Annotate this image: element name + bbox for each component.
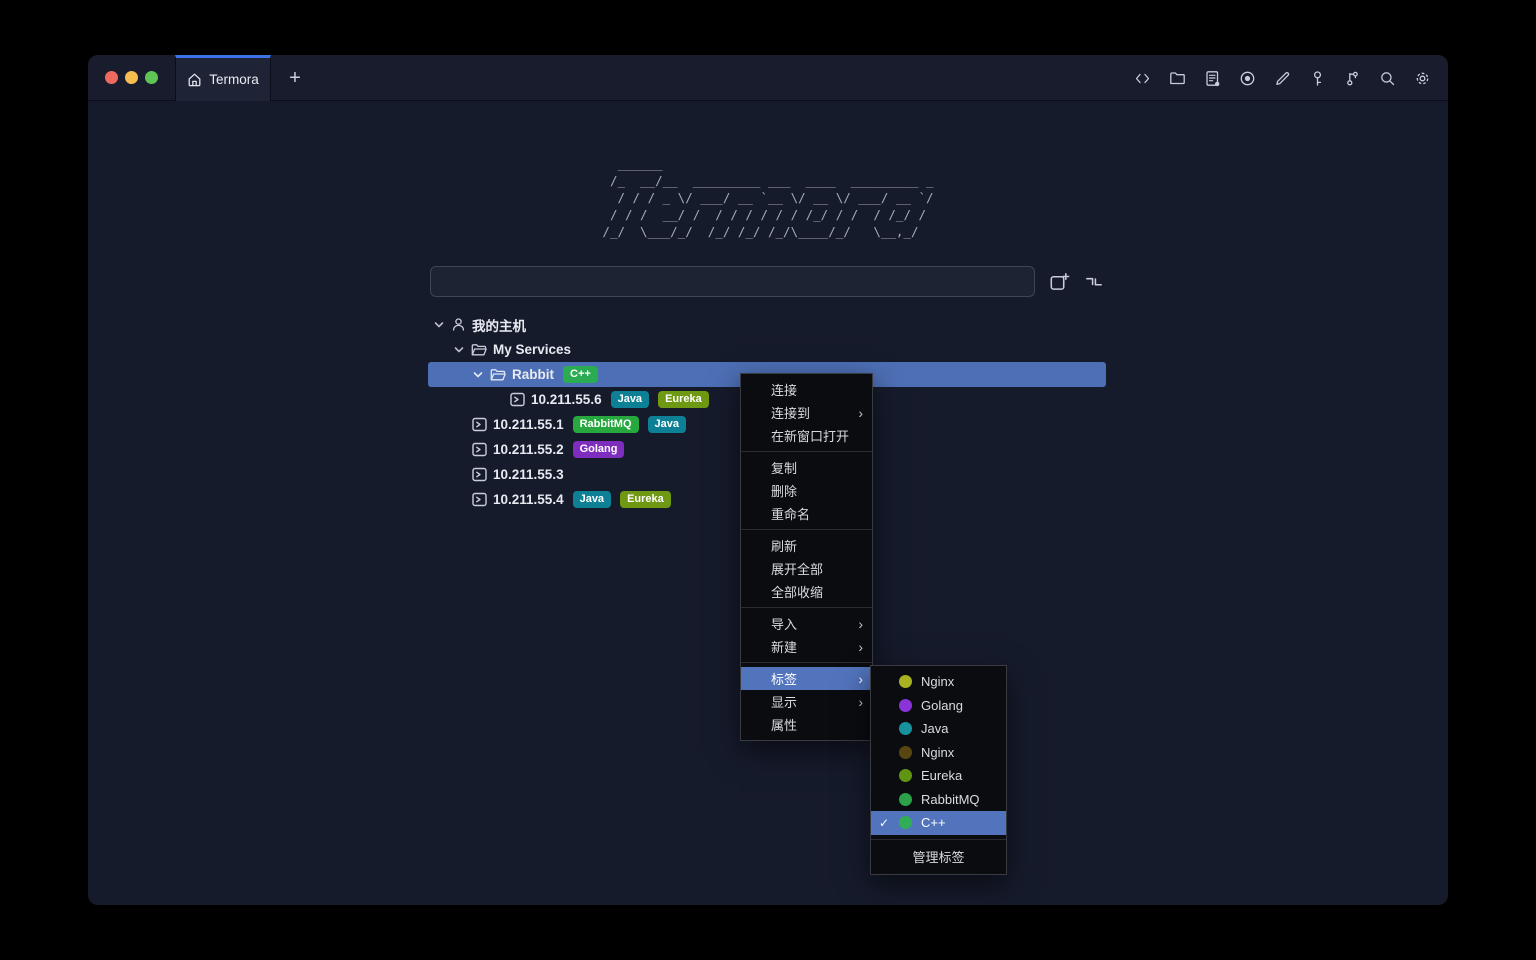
- tag-badge: Java: [573, 491, 611, 508]
- folder-icon[interactable]: [1165, 66, 1189, 90]
- folder-open-icon: [471, 343, 487, 357]
- menu-item-connect-to[interactable]: 连接到›: [741, 401, 872, 424]
- ascii-logo-text: ______ /_ __/__ _________ ___ ____ _____…: [602, 155, 933, 240]
- menu-separator: [871, 839, 1006, 840]
- menu-item-expand-all[interactable]: 展开全部: [741, 557, 872, 580]
- menu-item-new[interactable]: 新建›: [741, 635, 872, 658]
- toolbar: [1130, 55, 1434, 101]
- gear-icon[interactable]: [1410, 66, 1434, 90]
- menu-item-rename[interactable]: 重命名: [741, 502, 872, 525]
- host-search-input[interactable]: [430, 266, 1035, 297]
- tag-color-dot: [899, 746, 912, 759]
- tag-color-dot: [899, 675, 912, 688]
- folder-open-icon: [490, 368, 506, 382]
- tag-color-dot: [899, 699, 912, 712]
- tree-item-label: 10.211.55.6: [531, 392, 602, 407]
- submenu-item-nginx-2[interactable]: Nginx: [871, 741, 1006, 765]
- tree-item-my-services[interactable]: My Services: [428, 337, 1106, 362]
- tag-badge: Eureka: [658, 391, 709, 408]
- menu-separator: [741, 662, 872, 663]
- menu-item-collapse-all[interactable]: 全部收缩: [741, 580, 872, 603]
- menu-item-import[interactable]: 导入›: [741, 612, 872, 635]
- ascii-logo: ______ /_ __/__ _________ ___ ____ _____…: [88, 155, 1448, 241]
- log-icon[interactable]: [1200, 66, 1224, 90]
- menu-item-open-in-new-window[interactable]: 在新窗口打开: [741, 424, 872, 447]
- menu-item-connect[interactable]: 连接: [741, 378, 872, 401]
- submenu-arrow-icon: ›: [858, 617, 863, 631]
- record-icon[interactable]: [1235, 66, 1259, 90]
- tag-color-dot: [899, 793, 912, 806]
- submenu-arrow-icon: ›: [858, 672, 863, 686]
- menu-separator: [741, 607, 872, 608]
- submenu-item-nginx[interactable]: Nginx: [871, 670, 1006, 694]
- chevron-down-icon[interactable]: [472, 369, 484, 381]
- tag-badge: Java: [611, 391, 649, 408]
- code-icon[interactable]: [1130, 66, 1154, 90]
- chevron-down-icon[interactable]: [453, 344, 465, 356]
- terminal-icon: [510, 392, 525, 407]
- menu-item-copy[interactable]: 复制: [741, 456, 872, 479]
- tag-color-dot: [899, 769, 912, 782]
- tag-badge: Java: [648, 416, 686, 433]
- minimize-window-button[interactable]: [125, 71, 138, 84]
- terminal-icon: [472, 417, 487, 432]
- tree-item-label: 我的主机: [472, 315, 526, 335]
- submenu-item-golang[interactable]: Golang: [871, 694, 1006, 718]
- submenu-arrow-icon: ›: [858, 695, 863, 709]
- tag-badge: C++: [563, 366, 598, 383]
- tree-item-label: My Services: [493, 342, 571, 357]
- tag-badge: Eureka: [620, 491, 671, 508]
- submenu-item-java[interactable]: Java: [871, 717, 1006, 741]
- home-icon: [187, 72, 202, 87]
- tag-badge: Golang: [573, 441, 625, 458]
- layout-icon[interactable]: [1080, 268, 1107, 295]
- menu-item-tags[interactable]: 标签›: [741, 667, 872, 690]
- menu-separator: [741, 451, 872, 452]
- tag-color-dot: [899, 816, 912, 829]
- tree-item-label: 10.211.55.2: [493, 442, 564, 457]
- menu-item-refresh[interactable]: 刷新: [741, 534, 872, 557]
- submenu-item-rabbitmq[interactable]: RabbitMQ: [871, 788, 1006, 812]
- menu-item-delete[interactable]: 删除: [741, 479, 872, 502]
- tag-submenu: Nginx Golang Java Nginx Eureka RabbitMQ …: [870, 665, 1007, 875]
- submenu-arrow-icon: ›: [858, 640, 863, 654]
- menu-separator: [741, 529, 872, 530]
- terminal-icon: [472, 442, 487, 457]
- tab-termora[interactable]: Termora: [175, 55, 271, 101]
- add-host-icon[interactable]: [1045, 268, 1072, 295]
- maximize-window-button[interactable]: [145, 71, 158, 84]
- submenu-arrow-icon: ›: [858, 406, 863, 420]
- menu-item-show[interactable]: 显示›: [741, 690, 872, 713]
- title-bar: Termora +: [88, 55, 1448, 101]
- window-controls: [105, 71, 158, 84]
- tree-item-label: 10.211.55.1: [493, 417, 564, 432]
- tab-title: Termora: [209, 72, 259, 87]
- submenu-item-eureka[interactable]: Eureka: [871, 764, 1006, 788]
- termora-window: Termora +: [88, 55, 1448, 905]
- new-tab-button[interactable]: +: [278, 55, 312, 101]
- search-icon[interactable]: [1375, 66, 1399, 90]
- tree-item-my-hosts[interactable]: 我的主机: [428, 312, 1106, 337]
- close-window-button[interactable]: [105, 71, 118, 84]
- check-icon: ✓: [879, 816, 889, 830]
- menu-item-properties[interactable]: 属性: [741, 713, 872, 736]
- edit-pencil-icon[interactable]: [1270, 66, 1294, 90]
- tag-color-dot: [899, 722, 912, 735]
- terminal-icon: [472, 492, 487, 507]
- user-icon: [451, 317, 466, 332]
- tree-item-label: 10.211.55.4: [493, 492, 564, 507]
- context-menu: 连接 连接到› 在新窗口打开 复制 删除 重命名 刷新 展开全部 全部收缩 导入…: [740, 373, 873, 741]
- manage-tags-item[interactable]: 管理标签: [871, 844, 1006, 870]
- tree-item-label: 10.211.55.3: [493, 467, 564, 482]
- tree-item-label: Rabbit: [512, 367, 554, 382]
- submenu-item-cpp-checked[interactable]: ✓C++: [871, 811, 1006, 835]
- key-icon[interactable]: [1305, 66, 1329, 90]
- branch-icon[interactable]: [1340, 66, 1364, 90]
- chevron-down-icon[interactable]: [433, 319, 445, 331]
- terminal-icon: [472, 467, 487, 482]
- tag-badge: RabbitMQ: [573, 416, 639, 433]
